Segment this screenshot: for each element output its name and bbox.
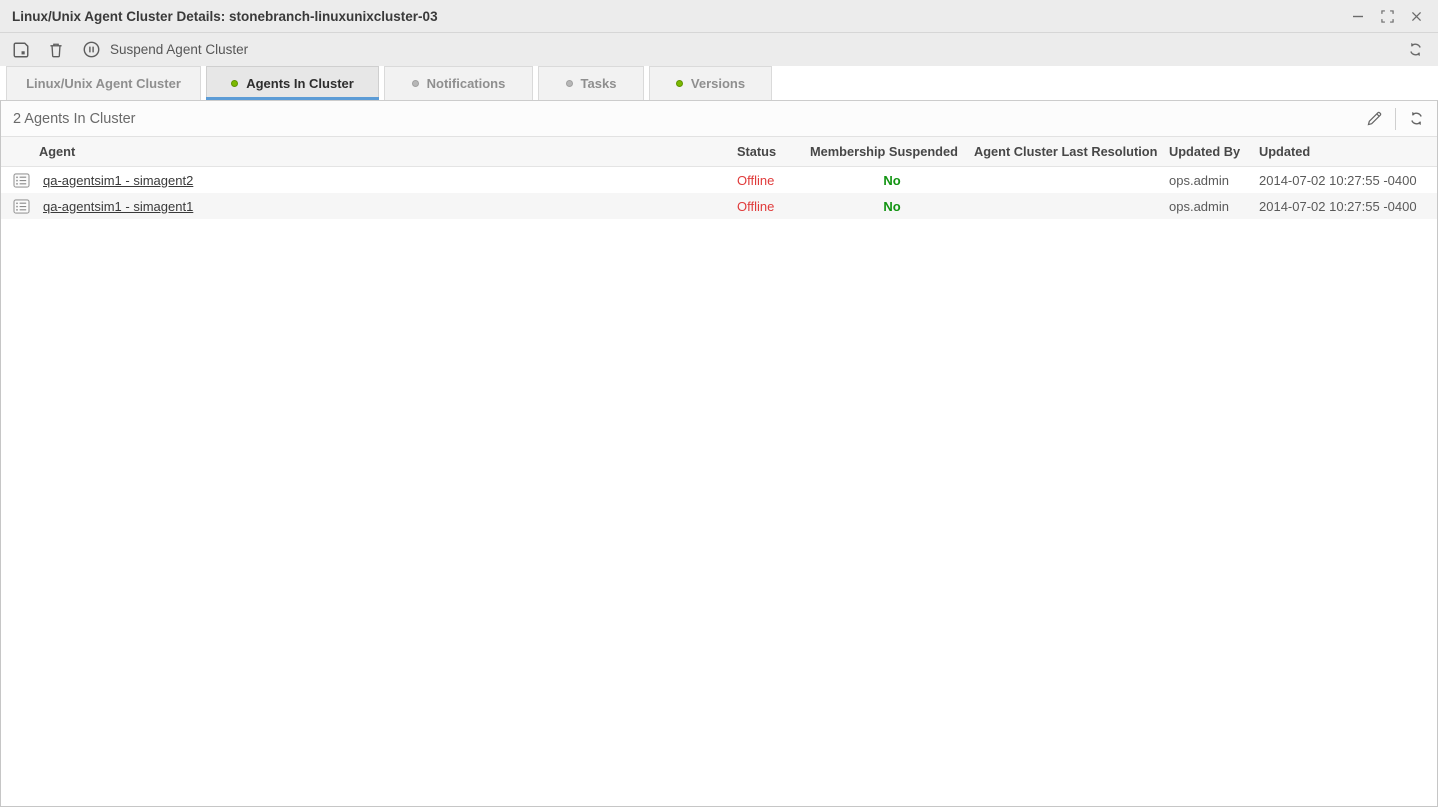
column-header-membership-suspended[interactable]: Membership Suspended [810, 144, 974, 159]
pencil-icon [1366, 110, 1383, 127]
tab-status-dot [676, 80, 683, 87]
agents-in-cluster-panel: 2 Agents In Cluster [0, 100, 1438, 807]
tab-status-dot [412, 80, 419, 87]
table-row: qa-agentsim1 - simagent2 Offline No ops.… [1, 167, 1437, 193]
tab-agents-in-cluster[interactable]: Agents In Cluster [206, 66, 379, 100]
panel-header: 2 Agents In Cluster [1, 101, 1437, 137]
table-empty-area [1, 219, 1437, 806]
agent-cell: qa-agentsim1 - simagent1 [1, 199, 737, 214]
refresh-icon [1408, 110, 1425, 127]
tab-label: Linux/Unix Agent Cluster [26, 76, 181, 91]
tab-label: Versions [691, 76, 745, 91]
agent-link[interactable]: qa-agentsim1 - simagent2 [43, 173, 193, 188]
window-title: Linux/Unix Agent Cluster Details: stoneb… [12, 9, 1350, 24]
save-icon [12, 41, 30, 59]
tab-label: Notifications [427, 76, 506, 91]
refresh-icon [1407, 41, 1424, 58]
tabbar: Linux/Unix Agent Cluster Agents In Clust… [0, 66, 1438, 100]
window-controls [1350, 8, 1424, 24]
tab-status-dot [231, 80, 238, 87]
updated-value: 2014-07-02 10:27:55 -0400 [1259, 173, 1437, 188]
status-value: Offline [737, 173, 810, 188]
tab-status-dot [566, 80, 573, 87]
close-icon[interactable] [1408, 8, 1424, 24]
tab-linux-unix-agent-cluster[interactable]: Linux/Unix Agent Cluster [6, 66, 201, 100]
suspend-button-label: Suspend Agent Cluster [110, 42, 248, 57]
tab-versions[interactable]: Versions [649, 66, 772, 100]
panel-title: 2 Agents In Cluster [13, 111, 1364, 127]
toolbar-refresh-button[interactable] [1407, 41, 1424, 58]
delete-button[interactable] [47, 41, 65, 59]
minimize-icon[interactable] [1350, 8, 1366, 24]
table-row: qa-agentsim1 - simagent1 Offline No ops.… [1, 193, 1437, 219]
titlebar: Linux/Unix Agent Cluster Details: stoneb… [0, 0, 1438, 33]
edit-button[interactable] [1364, 108, 1385, 129]
tab-tasks[interactable]: Tasks [538, 66, 644, 100]
column-header-agent[interactable]: Agent [1, 144, 737, 159]
agent-details-icon[interactable] [13, 173, 30, 188]
status-value: Offline [737, 199, 810, 214]
maximize-icon[interactable] [1379, 8, 1395, 24]
column-header-status[interactable]: Status [737, 144, 810, 159]
updated-value: 2014-07-02 10:27:55 -0400 [1259, 199, 1437, 214]
tab-label: Tasks [581, 76, 617, 91]
membership-suspended-value: No [810, 199, 974, 214]
panel-actions-divider [1395, 108, 1396, 130]
agent-cell: qa-agentsim1 - simagent2 [1, 173, 737, 188]
panel-refresh-button[interactable] [1406, 108, 1427, 129]
toolbar: Suspend Agent Cluster [0, 33, 1438, 66]
agent-details-icon[interactable] [13, 199, 30, 214]
column-header-last-resolution[interactable]: Agent Cluster Last Resolution [974, 144, 1169, 159]
agent-cluster-details-window: Linux/Unix Agent Cluster Details: stoneb… [0, 0, 1438, 807]
pause-icon [82, 40, 101, 59]
column-header-updated[interactable]: Updated [1259, 144, 1437, 159]
trash-icon [47, 41, 65, 59]
column-header-updated-by[interactable]: Updated By [1169, 144, 1259, 159]
save-button[interactable] [12, 41, 30, 59]
agent-link[interactable]: qa-agentsim1 - simagent1 [43, 199, 193, 214]
updated-by-value: ops.admin [1169, 199, 1259, 214]
tab-label: Agents In Cluster [246, 76, 354, 91]
panel-actions [1364, 108, 1427, 130]
membership-suspended-value: No [810, 173, 974, 188]
table-header-row: Agent Status Membership Suspended Agent … [1, 137, 1437, 167]
tab-notifications[interactable]: Notifications [384, 66, 533, 100]
suspend-agent-cluster-button[interactable]: Suspend Agent Cluster [82, 40, 248, 59]
updated-by-value: ops.admin [1169, 173, 1259, 188]
